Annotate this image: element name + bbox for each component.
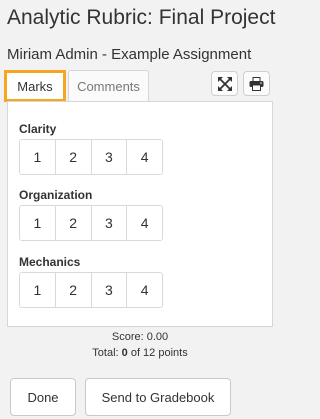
rubric-title: Analytic Rubric: Final Project <box>7 6 276 29</box>
tab-comments-label: Comments <box>77 79 140 94</box>
rating-option[interactable]: 4 <box>127 140 162 174</box>
rating-option[interactable]: 2 <box>55 140 92 174</box>
rubric-panel: Clarity 1 2 3 4 Organization 1 2 3 4 Mec… <box>7 101 273 327</box>
tab-marks-label: Marks <box>17 78 53 94</box>
rating-option[interactable]: 1 <box>20 140 56 174</box>
rating-scale-mechanics: 1 2 3 4 <box>19 272 163 308</box>
rating-option[interactable]: 2 <box>55 273 92 307</box>
rating-option[interactable]: 3 <box>91 140 128 174</box>
send-to-gradebook-button[interactable]: Send to Gradebook <box>85 378 231 416</box>
expand-button[interactable] <box>211 71 238 96</box>
criterion-label-clarity: Clarity <box>19 122 57 136</box>
rating-scale-clarity: 1 2 3 4 <box>19 139 163 175</box>
total-text: Total: 0 of 12 points <box>0 347 280 359</box>
rating-option[interactable]: 1 <box>20 206 56 240</box>
rating-option[interactable]: 4 <box>127 206 162 240</box>
criterion-label-organization: Organization <box>19 188 93 202</box>
printer-icon <box>249 76 264 91</box>
total-prefix: Total: <box>92 347 122 359</box>
rating-option[interactable]: 3 <box>91 273 128 307</box>
rating-option[interactable]: 4 <box>127 273 162 307</box>
tab-marks[interactable]: Marks <box>4 70 66 102</box>
assignment-subtitle: Miriam Admin - Example Assignment <box>7 46 252 63</box>
done-button[interactable]: Done <box>10 378 76 416</box>
score-text: Score: 0.00 <box>111 331 169 343</box>
tab-comments[interactable]: Comments <box>68 70 149 102</box>
criterion-label-mechanics: Mechanics <box>19 255 81 269</box>
total-suffix: of 12 points <box>127 347 188 359</box>
print-button[interactable] <box>243 71 270 96</box>
rating-scale-organization: 1 2 3 4 <box>19 205 163 241</box>
rating-option[interactable]: 3 <box>91 206 128 240</box>
expand-arrows-icon <box>217 76 232 91</box>
rating-option[interactable]: 1 <box>20 273 56 307</box>
rating-option[interactable]: 2 <box>55 206 92 240</box>
